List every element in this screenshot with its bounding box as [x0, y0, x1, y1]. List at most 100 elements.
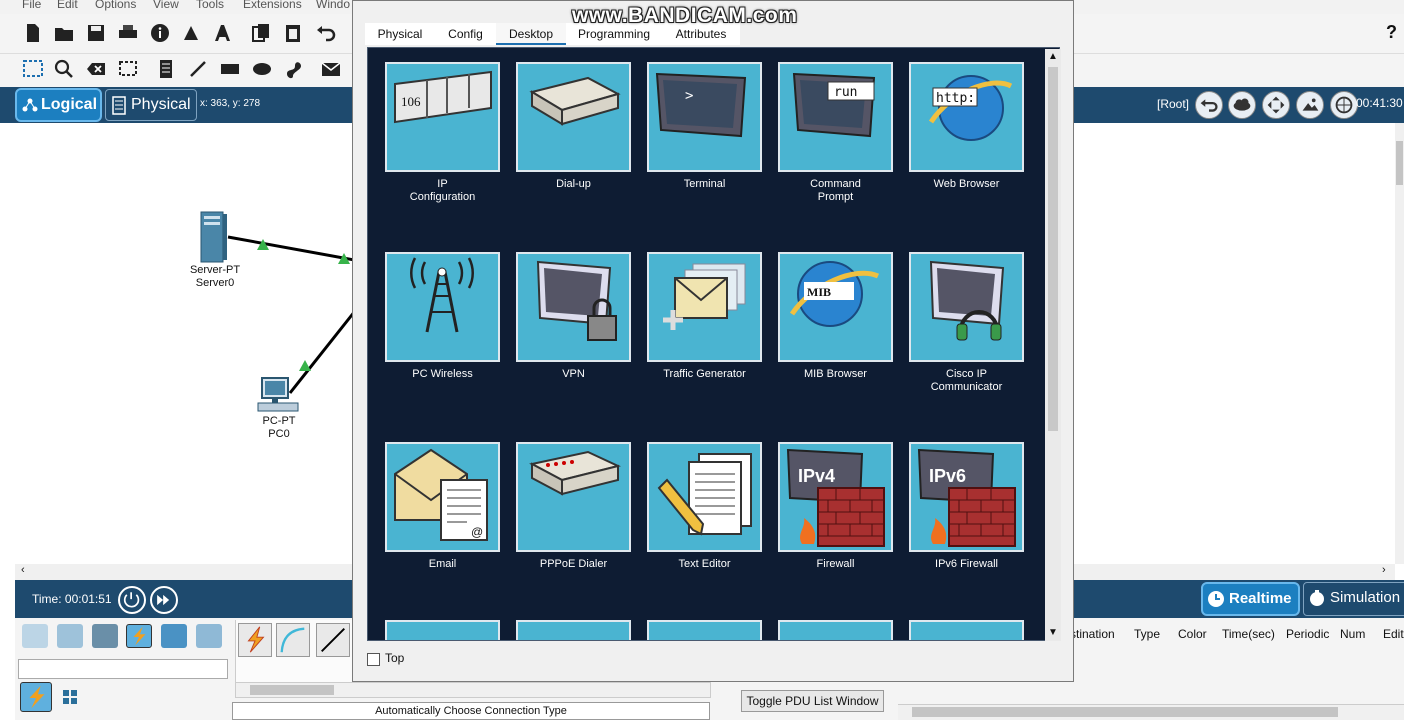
tab-desktop[interactable]: Desktop [496, 23, 566, 45]
copy-icon[interactable] [250, 22, 272, 44]
undo-icon[interactable] [314, 22, 336, 44]
menu-options[interactable]: Options [95, 0, 136, 11]
physical-view-button[interactable]: Physical [105, 89, 197, 121]
desktop-vertical-scrollbar[interactable]: ▲ ▼ [1045, 49, 1061, 641]
new-file-icon[interactable] [22, 22, 44, 44]
pdu-column-periodic: Periodic [1286, 627, 1330, 641]
delete-icon[interactable] [85, 58, 107, 80]
menu-window[interactable]: Windo [316, 0, 350, 11]
tab-config[interactable]: Config [435, 23, 496, 45]
svg-text:run: run [834, 85, 857, 100]
app-mib-browser[interactable]: MIB MIB Browser [778, 252, 893, 381]
pdu-column-color: Color [1178, 627, 1207, 641]
power-cycle-button[interactable] [118, 586, 146, 614]
select-icon[interactable] [22, 58, 44, 80]
scroll-up-icon[interactable]: ▲ [1048, 51, 1058, 62]
console-cable-icon[interactable] [276, 623, 310, 657]
save-icon[interactable] [85, 22, 107, 44]
server-icon[interactable] [195, 210, 231, 264]
draw-line-icon[interactable] [187, 58, 209, 80]
info-icon[interactable] [149, 22, 171, 44]
app-pc-wireless[interactable]: PC Wireless [385, 252, 500, 381]
open-folder-icon[interactable] [53, 22, 75, 44]
server-type: Server-PT [189, 264, 241, 276]
cloud-icon[interactable] [1228, 91, 1256, 119]
firewall-icon: IPv4 [786, 448, 885, 547]
app-traffic-generator[interactable]: Traffic Generator [647, 252, 762, 381]
server-link-cable[interactable] [227, 235, 355, 262]
app-label: PC Wireless [412, 368, 473, 380]
svg-text:http:: http: [936, 91, 975, 106]
viewport-icon[interactable] [1330, 91, 1358, 119]
navigation-icon[interactable] [1262, 91, 1290, 119]
pppoe-dialer-icon [529, 450, 621, 496]
print-icon[interactable] [117, 22, 139, 44]
menu-edit[interactable]: Edit [57, 0, 78, 11]
app-firewall[interactable]: IPv4 Firewall [778, 442, 893, 571]
app-terminal[interactable]: > Terminal [647, 62, 762, 191]
background-image-icon[interactable] [1296, 91, 1324, 119]
app-partial[interactable] [516, 620, 631, 640]
app-dial-up[interactable]: Dial-up [516, 62, 631, 191]
app-command-prompt[interactable]: run Command Prompt [778, 62, 893, 204]
tab-physical[interactable]: Physical [365, 23, 435, 45]
app-ip-configuration[interactable]: 106 IP Configuration [385, 62, 500, 204]
app-partial[interactable] [909, 620, 1024, 640]
app-text-editor[interactable]: Text Editor [647, 442, 762, 571]
help-icon[interactable]: ? [1386, 22, 1397, 43]
resize-icon[interactable] [117, 58, 139, 80]
copper-straight-through-icon[interactable] [316, 623, 350, 657]
app-cisco-ip-communicator[interactable]: Cisco IP Communicator [909, 252, 1024, 394]
simulation-mode-button[interactable]: Simulation [1303, 582, 1404, 616]
draw-rectangle-icon[interactable] [219, 58, 241, 80]
ipv6-firewall-icon: IPv6 [917, 448, 1016, 547]
add-pdu-icon[interactable] [320, 58, 342, 80]
back-button[interactable] [1195, 91, 1223, 119]
app-partial[interactable] [385, 620, 500, 640]
scroll-down-icon[interactable]: ▼ [1048, 627, 1058, 638]
web-browser-icon: http: [928, 75, 1013, 141]
workspace-vertical-scrollbar[interactable] [1395, 123, 1404, 564]
pc-icon[interactable] [256, 375, 300, 415]
inspect-icon[interactable] [53, 58, 75, 80]
menu-view[interactable]: View [153, 0, 179, 11]
toggle-pdu-list-button[interactable]: Toggle PDU List Window [741, 690, 884, 712]
realtime-mode-button[interactable]: Realtime [1201, 582, 1300, 616]
note-icon[interactable] [155, 58, 177, 80]
app-partial[interactable] [778, 620, 893, 640]
auto-connection-icon[interactable] [238, 623, 272, 657]
activity-wizard-icon[interactable] [212, 22, 234, 44]
connections-icon[interactable] [126, 624, 152, 648]
network-info-icon[interactable] [180, 22, 202, 44]
draw-ellipse-icon[interactable] [251, 58, 273, 80]
fast-forward-button[interactable] [150, 586, 178, 614]
top-checkbox[interactable] [367, 653, 380, 666]
connection-types-scrollbar[interactable] [235, 682, 711, 698]
miscellaneous-icon[interactable] [161, 624, 187, 648]
app-email[interactable]: @ Email [385, 442, 500, 571]
app-pppoe-dialer[interactable]: PPPoE Dialer [516, 442, 631, 571]
network-devices-icon[interactable] [22, 624, 48, 648]
end-devices-icon[interactable] [57, 624, 83, 648]
scroll-right-icon[interactable]: › [1382, 564, 1386, 576]
app-label: PPPoE Dialer [539, 558, 608, 570]
paste-icon[interactable] [282, 22, 304, 44]
menu-file[interactable]: File [22, 0, 41, 11]
app-vpn[interactable]: VPN [516, 252, 631, 381]
mib-browser-icon: MIB [789, 261, 880, 327]
menu-tools[interactable]: Tools [196, 0, 224, 11]
grid-icon[interactable] [61, 688, 79, 706]
device-search-field[interactable] [18, 659, 228, 679]
pdu-column-type: Type [1134, 627, 1161, 641]
multiuser-icon[interactable] [196, 624, 222, 648]
menu-extensions[interactable]: Extensions [243, 0, 302, 11]
app-partial[interactable] [647, 620, 762, 640]
pc-label: PC-PT PC0 [245, 415, 313, 441]
app-ipv6-firewall[interactable]: IPv6 IPv6 Firewall [909, 442, 1024, 571]
pdu-list-scrollbar[interactable] [898, 704, 1404, 720]
app-web-browser[interactable]: http: Web Browser [909, 62, 1024, 191]
logical-view-button[interactable]: Logical [15, 88, 102, 122]
freeform-icon[interactable] [283, 58, 305, 80]
components-icon[interactable] [92, 624, 118, 648]
scroll-left-icon[interactable]: ‹ [21, 564, 25, 576]
